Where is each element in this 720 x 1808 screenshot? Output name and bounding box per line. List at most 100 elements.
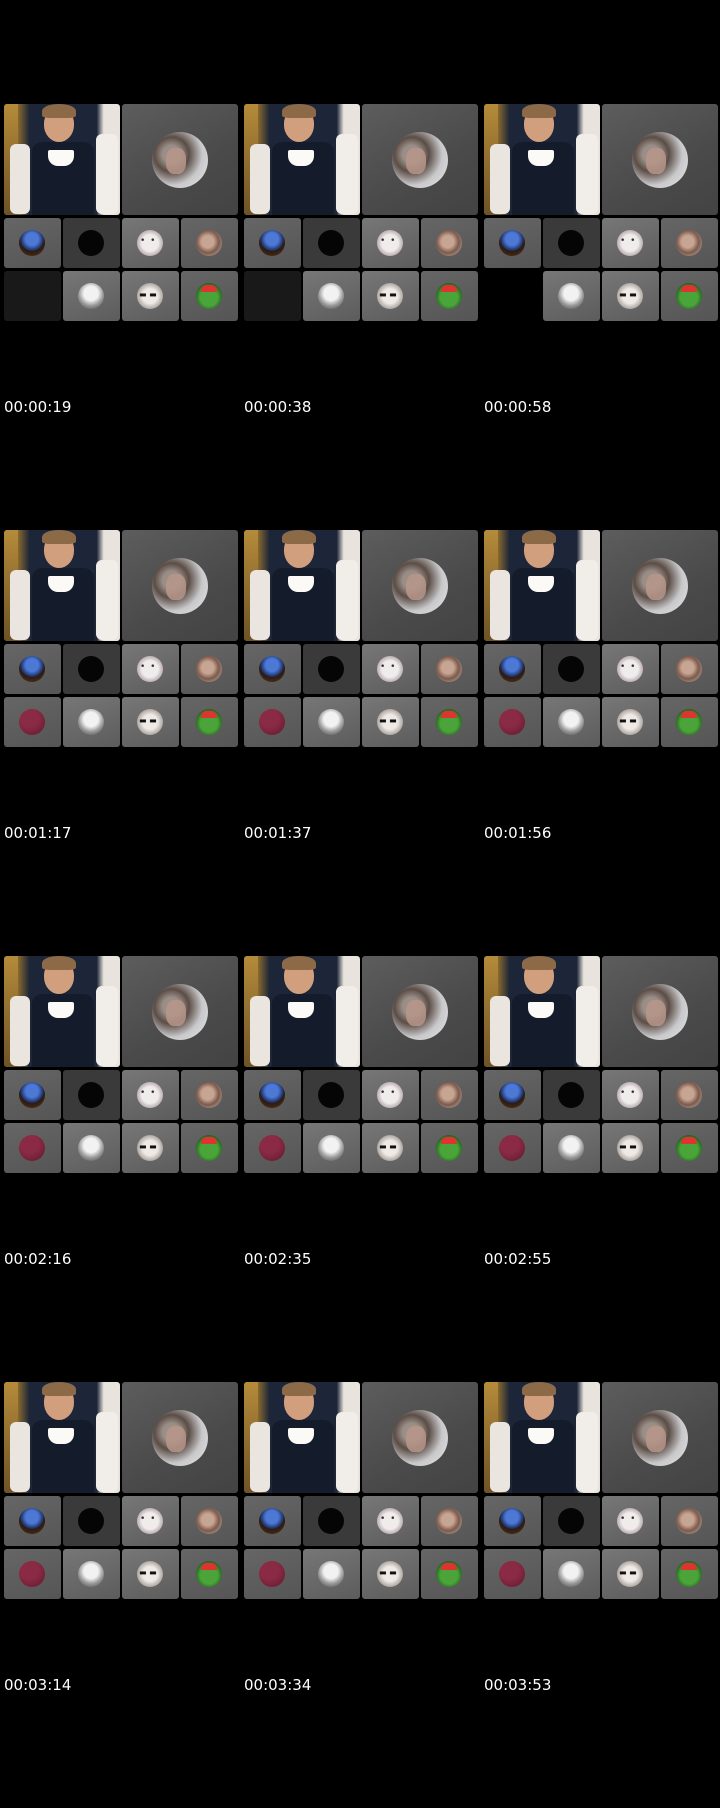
sunglasses-avatar-tile[interactable]	[362, 697, 419, 747]
black-circle-avatar-tile[interactable]	[303, 218, 360, 268]
speaker-video-tile[interactable]	[244, 956, 360, 1067]
monkey-avatar-tile[interactable]	[421, 644, 478, 694]
black-circle-avatar-tile[interactable]	[63, 218, 120, 268]
cat-avatar-tile[interactable]	[602, 218, 659, 268]
monkey-avatar-tile[interactable]	[421, 1070, 478, 1120]
speaker-video-tile[interactable]	[484, 104, 600, 215]
sunglasses-avatar-tile[interactable]	[602, 1123, 659, 1173]
frog-avatar-tile[interactable]	[661, 1549, 718, 1599]
speaker-video-tile[interactable]	[4, 104, 120, 215]
participant-big-tile[interactable]	[362, 104, 478, 215]
thumbnail-12[interactable]: 00:03:53	[484, 1382, 720, 1808]
monkey-avatar-tile[interactable]	[181, 1070, 238, 1120]
frog-avatar-tile[interactable]	[181, 697, 238, 747]
cat-avatar-tile[interactable]	[122, 1496, 179, 1546]
speaker-video-tile[interactable]	[244, 104, 360, 215]
planet-avatar-tile[interactable]	[484, 1070, 541, 1120]
frog-avatar-tile[interactable]	[661, 271, 718, 321]
ghost-avatar-tile[interactable]	[543, 697, 600, 747]
participant-big-tile[interactable]	[122, 956, 238, 1067]
participant-big-tile[interactable]	[602, 956, 718, 1067]
participant-big-tile[interactable]	[602, 530, 718, 641]
planet-avatar-tile[interactable]	[4, 644, 61, 694]
black-circle-avatar-tile[interactable]	[543, 644, 600, 694]
speaker-video-tile[interactable]	[4, 530, 120, 641]
thumbnail-6[interactable]: 00:01:56	[484, 530, 720, 956]
cat-avatar-tile[interactable]	[362, 644, 419, 694]
cat-avatar-tile[interactable]	[602, 644, 659, 694]
cat-avatar-tile[interactable]	[362, 218, 419, 268]
participant-big-tile[interactable]	[602, 104, 718, 215]
sunglasses-avatar-tile[interactable]	[602, 271, 659, 321]
thumbnail-11[interactable]: 00:03:34	[244, 1382, 482, 1808]
sunglasses-avatar-tile[interactable]	[602, 697, 659, 747]
participant-big-tile[interactable]	[122, 1382, 238, 1493]
frog-avatar-tile[interactable]	[421, 1123, 478, 1173]
participant-big-tile[interactable]	[122, 104, 238, 215]
ghost-avatar-tile[interactable]	[303, 1123, 360, 1173]
planet-avatar-tile[interactable]	[244, 644, 301, 694]
ghost-avatar-tile[interactable]	[543, 1123, 600, 1173]
cat-avatar-tile[interactable]	[362, 1070, 419, 1120]
sunglasses-avatar-tile[interactable]	[122, 1549, 179, 1599]
maroon-circle-avatar-tile[interactable]	[244, 697, 301, 747]
ghost-avatar-tile[interactable]	[63, 1123, 120, 1173]
speaker-video-tile[interactable]	[244, 530, 360, 641]
ghost-avatar-tile[interactable]	[543, 1549, 600, 1599]
cat-avatar-tile[interactable]	[122, 644, 179, 694]
planet-avatar-tile[interactable]	[484, 644, 541, 694]
maroon-circle-avatar-tile[interactable]	[244, 1549, 301, 1599]
planet-avatar-tile[interactable]	[244, 1070, 301, 1120]
cat-avatar-tile[interactable]	[602, 1496, 659, 1546]
thumbnail-8[interactable]: 00:02:35	[244, 956, 482, 1382]
planet-avatar-tile[interactable]	[4, 1496, 61, 1546]
monkey-avatar-tile[interactable]	[661, 218, 718, 268]
participant-big-tile[interactable]	[602, 1382, 718, 1493]
sunglasses-avatar-tile[interactable]	[602, 1549, 659, 1599]
frog-avatar-tile[interactable]	[181, 1549, 238, 1599]
black-circle-avatar-tile[interactable]	[303, 1070, 360, 1120]
ghost-avatar-tile[interactable]	[543, 271, 600, 321]
speaker-video-tile[interactable]	[484, 530, 600, 641]
frog-avatar-tile[interactable]	[661, 697, 718, 747]
thumbnail-5[interactable]: 00:01:37	[244, 530, 482, 956]
maroon-circle-avatar-tile[interactable]	[244, 1123, 301, 1173]
thumbnail-10[interactable]: 00:03:14	[4, 1382, 242, 1808]
participant-big-tile[interactable]	[362, 1382, 478, 1493]
thumbnail-7[interactable]: 00:02:16	[4, 956, 242, 1382]
speaker-video-tile[interactable]	[484, 1382, 600, 1493]
thumbnail-3[interactable]: 00:00:58	[484, 104, 720, 530]
black-circle-avatar-tile[interactable]	[543, 1070, 600, 1120]
sunglasses-avatar-tile[interactable]	[362, 1549, 419, 1599]
speaker-video-tile[interactable]	[484, 956, 600, 1067]
monkey-avatar-tile[interactable]	[421, 1496, 478, 1546]
black-circle-avatar-tile[interactable]	[303, 644, 360, 694]
sunglasses-avatar-tile[interactable]	[122, 271, 179, 321]
sunglasses-avatar-tile[interactable]	[122, 697, 179, 747]
sunglasses-avatar-tile[interactable]	[122, 1123, 179, 1173]
speaker-video-tile[interactable]	[4, 956, 120, 1067]
ghost-avatar-tile[interactable]	[303, 1549, 360, 1599]
black-circle-avatar-tile[interactable]	[63, 1070, 120, 1120]
participant-big-tile[interactable]	[122, 530, 238, 641]
planet-avatar-tile[interactable]	[244, 218, 301, 268]
maroon-circle-avatar-tile[interactable]	[484, 697, 541, 747]
planet-avatar-tile[interactable]	[484, 1496, 541, 1546]
planet-avatar-tile[interactable]	[4, 218, 61, 268]
maroon-circle-avatar-tile[interactable]	[484, 1549, 541, 1599]
monkey-avatar-tile[interactable]	[181, 218, 238, 268]
speaker-video-tile[interactable]	[244, 1382, 360, 1493]
cat-avatar-tile[interactable]	[362, 1496, 419, 1546]
monkey-avatar-tile[interactable]	[661, 1070, 718, 1120]
black-circle-avatar-tile[interactable]	[63, 644, 120, 694]
monkey-avatar-tile[interactable]	[181, 644, 238, 694]
maroon-circle-avatar-tile[interactable]	[484, 1123, 541, 1173]
black-circle-avatar-tile[interactable]	[303, 1496, 360, 1546]
cat-avatar-tile[interactable]	[602, 1070, 659, 1120]
maroon-circle-avatar-tile[interactable]	[4, 1549, 61, 1599]
black-circle-avatar-tile[interactable]	[543, 1496, 600, 1546]
ghost-avatar-tile[interactable]	[63, 271, 120, 321]
ghost-avatar-tile[interactable]	[303, 271, 360, 321]
monkey-avatar-tile[interactable]	[661, 644, 718, 694]
planet-avatar-tile[interactable]	[244, 1496, 301, 1546]
